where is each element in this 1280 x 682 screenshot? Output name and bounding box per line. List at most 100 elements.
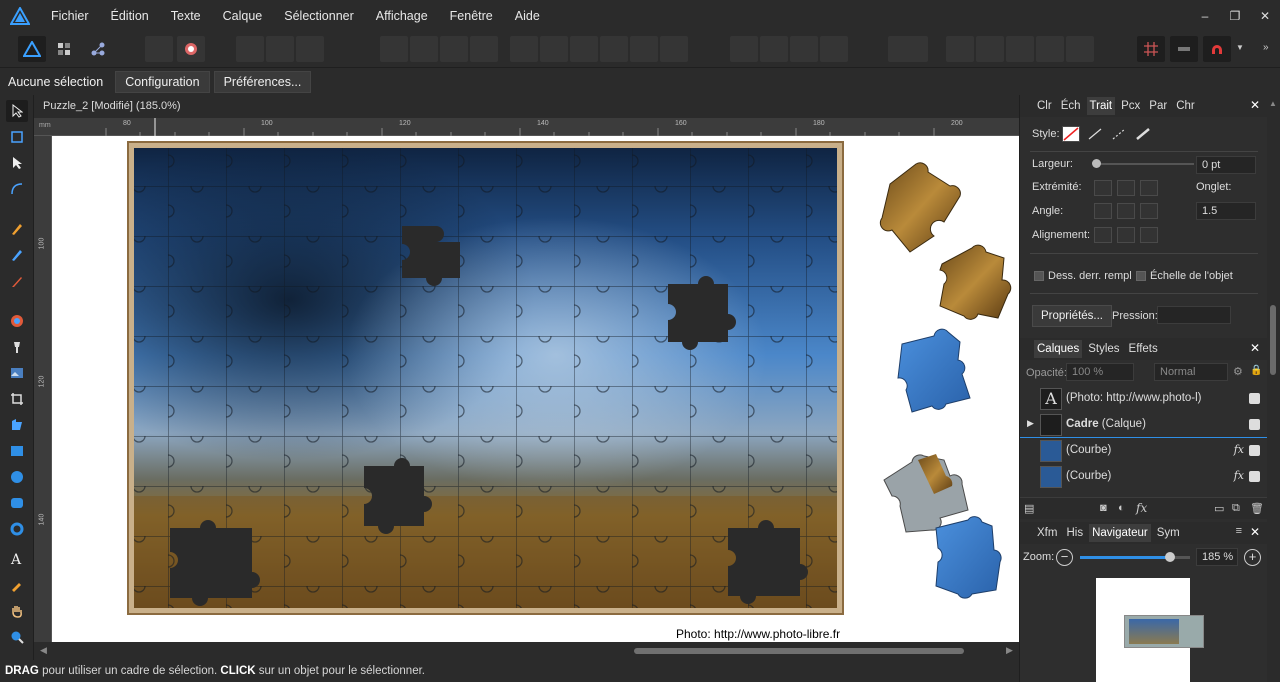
brush-tool-icon[interactable] xyxy=(6,270,28,292)
boolean-subtract-icon[interactable] xyxy=(410,36,438,62)
move-front-icon[interactable] xyxy=(1036,36,1064,62)
loose-puzzle-piece[interactable] xyxy=(897,328,971,413)
expand-layer-icon[interactable]: ▶ xyxy=(1027,418,1034,429)
fx-icon[interactable]: fx xyxy=(1234,469,1244,482)
group-icon[interactable] xyxy=(1066,36,1094,62)
transform-bounds-icon[interactable] xyxy=(296,36,324,62)
preview-mode-icon[interactable] xyxy=(1170,36,1198,62)
crop-tool-icon[interactable] xyxy=(6,388,28,410)
width-field[interactable]: 0 pt xyxy=(1196,156,1256,174)
miter-join-icon[interactable] xyxy=(1094,203,1112,219)
boolean-divide-icon[interactable] xyxy=(470,36,498,62)
zoom-field[interactable]: 185 % xyxy=(1196,548,1238,566)
width-slider[interactable] xyxy=(1094,163,1194,165)
zoom-out-button[interactable]: − xyxy=(1056,549,1073,566)
tab-ech[interactable]: Éch xyxy=(1058,97,1084,115)
ellipse-tool-icon[interactable] xyxy=(6,466,28,488)
close-panel-icon[interactable]: ✕ xyxy=(1250,341,1260,355)
dashed-line-style-icon[interactable] xyxy=(1110,126,1128,145)
close-panel-icon[interactable]: ✕ xyxy=(1250,98,1260,112)
adjustment-icon[interactable]: ◐ xyxy=(1118,502,1125,514)
rectangle-tool-icon[interactable] xyxy=(6,440,28,462)
align-center-stroke-icon[interactable] xyxy=(1094,227,1112,243)
toolbar-overflow-icon[interactable]: » xyxy=(1263,42,1269,53)
fill-tool-icon[interactable] xyxy=(6,310,28,332)
corner-tool-icon[interactable] xyxy=(6,178,28,200)
tab-pcx[interactable]: Pcx xyxy=(1118,97,1143,115)
tab-clr[interactable]: Clr xyxy=(1034,97,1055,115)
draw-behind-checkbox[interactable] xyxy=(1034,271,1044,281)
solid-line-style-icon[interactable] xyxy=(1086,126,1104,145)
grid-toggle-icon[interactable] xyxy=(1137,36,1165,62)
vector-crop-tool-icon[interactable] xyxy=(6,414,28,436)
document-tab[interactable]: Puzzle_2 [Modifié] (185.0%) xyxy=(34,95,1019,118)
zoom-in-button[interactable]: + xyxy=(1244,549,1261,566)
menu-aide[interactable]: Aide xyxy=(504,0,551,32)
close-button[interactable]: ✕ xyxy=(1250,0,1280,32)
round-cap-icon[interactable] xyxy=(1117,180,1135,196)
color-picker-tool-icon[interactable] xyxy=(6,574,28,596)
tab-calques[interactable]: Calques xyxy=(1034,340,1083,358)
pencil-tool-icon[interactable] xyxy=(6,244,28,266)
scale-object-checkbox[interactable] xyxy=(1136,271,1146,281)
layer-row[interactable]: ▶ Cadre (Calque) xyxy=(1020,412,1268,438)
tab-trait[interactable]: Trait xyxy=(1086,97,1116,115)
panel-scroll-thumb[interactable] xyxy=(1270,305,1276,375)
align-top-icon[interactable] xyxy=(600,36,628,62)
align-outside-stroke-icon[interactable] xyxy=(1140,227,1158,243)
tab-navigateur[interactable]: Navigateur xyxy=(1089,524,1151,542)
close-panel-icon[interactable]: ✕ xyxy=(1250,525,1260,539)
align-center-icon[interactable] xyxy=(540,36,568,62)
square-cap-icon[interactable] xyxy=(1140,180,1158,196)
insert-target-icon[interactable] xyxy=(888,36,928,62)
boolean-intersect-icon[interactable] xyxy=(440,36,468,62)
properties-button[interactable]: Propriétés... xyxy=(1032,305,1112,327)
round-join-icon[interactable] xyxy=(1117,203,1135,219)
rotate-left-icon[interactable] xyxy=(790,36,818,62)
add-layer-icon[interactable]: ▭ xyxy=(1214,502,1224,515)
bevel-join-icon[interactable] xyxy=(1140,203,1158,219)
align-right-icon[interactable] xyxy=(570,36,598,62)
designer-persona-icon[interactable] xyxy=(18,36,46,62)
minimize-button[interactable]: – xyxy=(1190,0,1220,32)
boolean-add-icon[interactable] xyxy=(380,36,408,62)
tab-par[interactable]: Par xyxy=(1146,97,1170,115)
tab-effets[interactable]: Effets xyxy=(1126,340,1161,358)
panel-menu-icon[interactable]: ≡ xyxy=(1236,525,1242,537)
menu-edition[interactable]: Édition xyxy=(100,0,160,32)
scroll-thumb[interactable] xyxy=(634,648,964,654)
duplicate-layer-icon[interactable]: ⧉ xyxy=(1232,502,1240,515)
zoom-tool-icon[interactable] xyxy=(6,626,28,648)
zoom-slider[interactable] xyxy=(1080,552,1190,562)
layers-stack-icon[interactable]: ▤ xyxy=(1024,502,1034,515)
loose-puzzle-piece[interactable] xyxy=(879,162,961,253)
loose-puzzle-piece[interactable] xyxy=(935,516,1002,599)
blend-mode-select[interactable]: Normal xyxy=(1154,363,1228,381)
menu-affichage[interactable]: Affichage xyxy=(365,0,439,32)
flip-horizontal-icon[interactable] xyxy=(730,36,758,62)
pixel-persona-icon[interactable] xyxy=(50,36,78,62)
tab-sym[interactable]: Sym xyxy=(1154,524,1183,542)
scroll-right-icon[interactable]: ▶ xyxy=(1006,645,1013,656)
move-back-icon[interactable] xyxy=(946,36,974,62)
place-image-tool-icon[interactable] xyxy=(6,362,28,384)
scroll-left-icon[interactable]: ◀ xyxy=(40,645,47,656)
horizontal-scrollbar[interactable]: ◀ ▶ xyxy=(34,642,1019,659)
rotate-right-icon[interactable] xyxy=(820,36,848,62)
export-persona-icon[interactable] xyxy=(84,36,112,62)
text-tool-icon[interactable]: A xyxy=(6,548,28,570)
visibility-checkbox[interactable] xyxy=(1249,471,1260,482)
node-tool-icon[interactable] xyxy=(6,152,28,174)
layer-row[interactable]: A (Photo: http://www.photo-l) xyxy=(1020,386,1268,412)
move-forward-icon[interactable] xyxy=(1006,36,1034,62)
tab-chr[interactable]: Chr xyxy=(1173,97,1198,115)
menu-calque[interactable]: Calque xyxy=(212,0,274,32)
texture-line-style-icon[interactable] xyxy=(1134,126,1152,145)
rounded-rectangle-tool-icon[interactable] xyxy=(6,492,28,514)
width-slider-handle[interactable] xyxy=(1092,159,1101,168)
select-bounds-icon[interactable] xyxy=(266,36,294,62)
layer-row[interactable]: (Courbe) fx xyxy=(1020,438,1268,464)
document-canvas[interactable]: Photo: http://www.photo-libre.fr xyxy=(52,136,1019,642)
preferences-button[interactable]: Préférences... xyxy=(213,71,312,93)
pressure-field[interactable] xyxy=(1157,306,1231,324)
